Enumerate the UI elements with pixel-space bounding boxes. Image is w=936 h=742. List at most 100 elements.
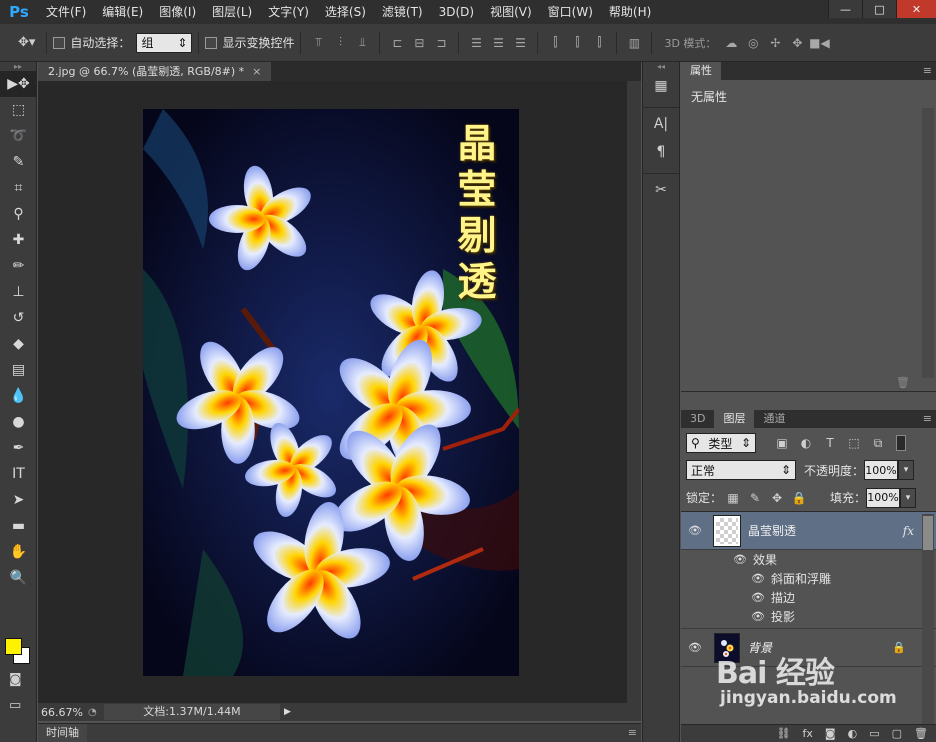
menu-view[interactable]: 视图(V) <box>482 0 540 24</box>
distribute-hcenter-icon[interactable]: ⫿ <box>566 35 588 50</box>
path-select-tool-icon[interactable]: ➤ <box>0 487 37 513</box>
filter-adjustment-icon[interactable]: ◐ <box>794 436 818 450</box>
fill-slider-arrow-icon[interactable]: ▾ <box>900 487 917 508</box>
type-tool-icon[interactable]: IT <box>0 461 37 487</box>
menu-type[interactable]: 文字(Y) <box>260 0 317 24</box>
status-info-icon[interactable]: ◔ <box>88 707 104 718</box>
canvas-vertical-scrollbar[interactable] <box>627 81 641 703</box>
3d-slide-icon[interactable]: ✥ <box>786 36 808 50</box>
auto-select-checkbox[interactable] <box>53 36 66 49</box>
history-panel-icon[interactable]: ▦ <box>643 72 679 100</box>
zoom-tool-icon[interactable]: 🔍 <box>0 565 37 591</box>
filter-pixel-icon[interactable]: ▣ <box>770 436 794 450</box>
3d-scale-icon[interactable]: ■◀ <box>808 36 830 50</box>
history-brush-tool-icon[interactable]: ↺ <box>0 305 37 331</box>
paragraph-panel-icon[interactable]: ¶ <box>643 138 679 166</box>
crop-tool-icon[interactable]: ⌗ <box>0 175 37 201</box>
trash-icon[interactable]: 🗑 <box>896 376 910 389</box>
move-tool-icon[interactable]: ▶✥ <box>0 71 37 97</box>
layer-effects-icon[interactable]: fx <box>903 524 914 538</box>
menu-help[interactable]: 帮助(H) <box>601 0 659 24</box>
lock-transparent-icon[interactable]: ▦ <box>722 491 744 505</box>
3d-pan-icon[interactable]: ✢ <box>764 36 786 50</box>
visibility-eye-icon[interactable]: 👁 <box>751 572 765 585</box>
foreground-color-swatch[interactable] <box>5 638 22 655</box>
visibility-eye-icon[interactable]: 👁 <box>681 524 709 537</box>
tool-presets-icon[interactable]: ✂ <box>643 176 679 204</box>
panel-menu-icon[interactable]: ≡ <box>923 410 932 428</box>
filter-smart-object-icon[interactable]: ⧉ <box>866 436 890 451</box>
visibility-eye-icon[interactable]: 👁 <box>751 591 765 604</box>
visibility-eye-icon[interactable]: 👁 <box>733 553 747 566</box>
lock-image-icon[interactable]: ✎ <box>744 491 766 505</box>
pen-tool-icon[interactable]: ✒ <box>0 435 37 461</box>
lasso-tool-icon[interactable]: ➰ <box>0 123 37 149</box>
panel-grip-icon[interactable]: ◂◂ <box>643 62 679 72</box>
eyedropper-tool-icon[interactable]: ⚲ <box>0 201 37 227</box>
auto-select-dropdown[interactable]: 组 ⇕ <box>136 32 193 53</box>
align-hcenter-icon[interactable]: ⊟ <box>408 36 430 50</box>
distribute-left-icon[interactable]: ⫿ <box>544 35 566 50</box>
minimize-button[interactable]: — <box>828 0 862 18</box>
tab-3d[interactable]: 3D <box>681 410 714 428</box>
distribute-top-icon[interactable]: ☰ <box>465 36 487 50</box>
quick-mask-icon[interactable]: ◙ <box>9 672 22 687</box>
menu-edit[interactable]: 编辑(E) <box>94 0 151 24</box>
layer-row-text[interactable]: 👁 晶莹剔透 fx <box>681 512 936 550</box>
document-image[interactable]: 晶莹剔透 <box>143 109 519 676</box>
distribute-vcenter-icon[interactable]: ☰ <box>487 36 509 50</box>
fill-field[interactable]: 100% <box>866 487 901 508</box>
menu-select[interactable]: 选择(S) <box>317 0 374 24</box>
show-transform-checkbox[interactable] <box>205 36 218 49</box>
move-tool-preset-icon[interactable]: ✥▾ <box>18 35 35 50</box>
character-panel-icon[interactable]: A| <box>643 110 679 138</box>
tab-properties[interactable]: 属性 <box>681 62 721 80</box>
menu-layer[interactable]: 图层(L) <box>204 0 260 24</box>
align-right-icon[interactable]: ⊐ <box>430 36 452 50</box>
blur-tool-icon[interactable]: 💧 <box>0 383 37 409</box>
quick-select-tool-icon[interactable]: ✎ <box>0 149 37 175</box>
distribute-right-icon[interactable]: ⫿ <box>588 35 610 50</box>
tab-layers[interactable]: 图层 <box>714 410 755 428</box>
lock-all-icon[interactable]: 🔒 <box>788 491 810 505</box>
hand-tool-icon[interactable]: ✋ <box>0 539 37 565</box>
layer-name[interactable]: 晶莹剔透 <box>748 522 796 539</box>
document-tab-close-icon[interactable]: × <box>252 65 261 78</box>
healing-brush-tool-icon[interactable]: ✚ <box>0 227 37 253</box>
properties-scrollbar[interactable] <box>922 108 934 378</box>
effect-row-drop-shadow[interactable]: 👁 投影 <box>681 607 936 626</box>
filter-shape-icon[interactable]: ⬚ <box>842 436 866 450</box>
menu-image[interactable]: 图像(I) <box>151 0 204 24</box>
tab-channels[interactable]: 通道 <box>754 410 794 428</box>
scrollbar-thumb[interactable] <box>923 516 933 550</box>
canvas-area[interactable]: 晶莹剔透 <box>38 81 627 703</box>
effect-row-stroke[interactable]: 👁 描边 <box>681 588 936 607</box>
distribute-bottom-icon[interactable]: ☰ <box>509 36 531 50</box>
align-bottom-icon[interactable]: ⫫ <box>351 35 373 50</box>
filter-toggle-switch[interactable] <box>896 435 906 451</box>
lock-position-icon[interactable]: ✥ <box>766 491 788 505</box>
zoom-level[interactable]: 66.67% <box>38 706 88 719</box>
visibility-eye-icon[interactable]: 👁 <box>681 641 709 654</box>
visibility-eye-icon[interactable]: 👁 <box>751 610 765 623</box>
screen-mode-icon[interactable]: ▭ <box>9 698 21 713</box>
3d-rotate-icon[interactable]: ☁ <box>720 36 742 50</box>
menu-window[interactable]: 窗口(W) <box>540 0 601 24</box>
eraser-tool-icon[interactable]: ◆ <box>0 331 37 357</box>
layer-filter-dropdown[interactable]: ⚲ 类型 ⇕ <box>686 433 756 453</box>
auto-align-icon[interactable]: ▥ <box>623 36 645 50</box>
menu-file[interactable]: 文件(F) <box>38 0 94 24</box>
align-vcenter-icon[interactable]: ⫶ <box>329 35 351 50</box>
3d-roll-icon[interactable]: ◎ <box>742 36 764 50</box>
marquee-tool-icon[interactable]: ⬚ <box>0 97 37 123</box>
dodge-tool-icon[interactable]: ● <box>0 409 37 435</box>
opacity-slider-arrow-icon[interactable]: ▾ <box>898 460 915 480</box>
status-menu-arrow-icon[interactable]: ▶ <box>284 707 291 717</box>
blend-mode-dropdown[interactable]: 正常 ⇕ <box>686 460 796 480</box>
panel-grip-icon[interactable]: ▸▸ <box>0 62 36 71</box>
effect-row-bevel[interactable]: 👁 斜面和浮雕 <box>681 569 936 588</box>
document-tab[interactable]: 2.jpg @ 66.7% (晶莹剔透, RGB/8#) * × <box>38 62 272 81</box>
effects-row[interactable]: 👁 效果 <box>681 550 936 569</box>
maximize-button[interactable]: □ <box>862 0 896 18</box>
gradient-tool-icon[interactable]: ▤ <box>0 357 37 383</box>
